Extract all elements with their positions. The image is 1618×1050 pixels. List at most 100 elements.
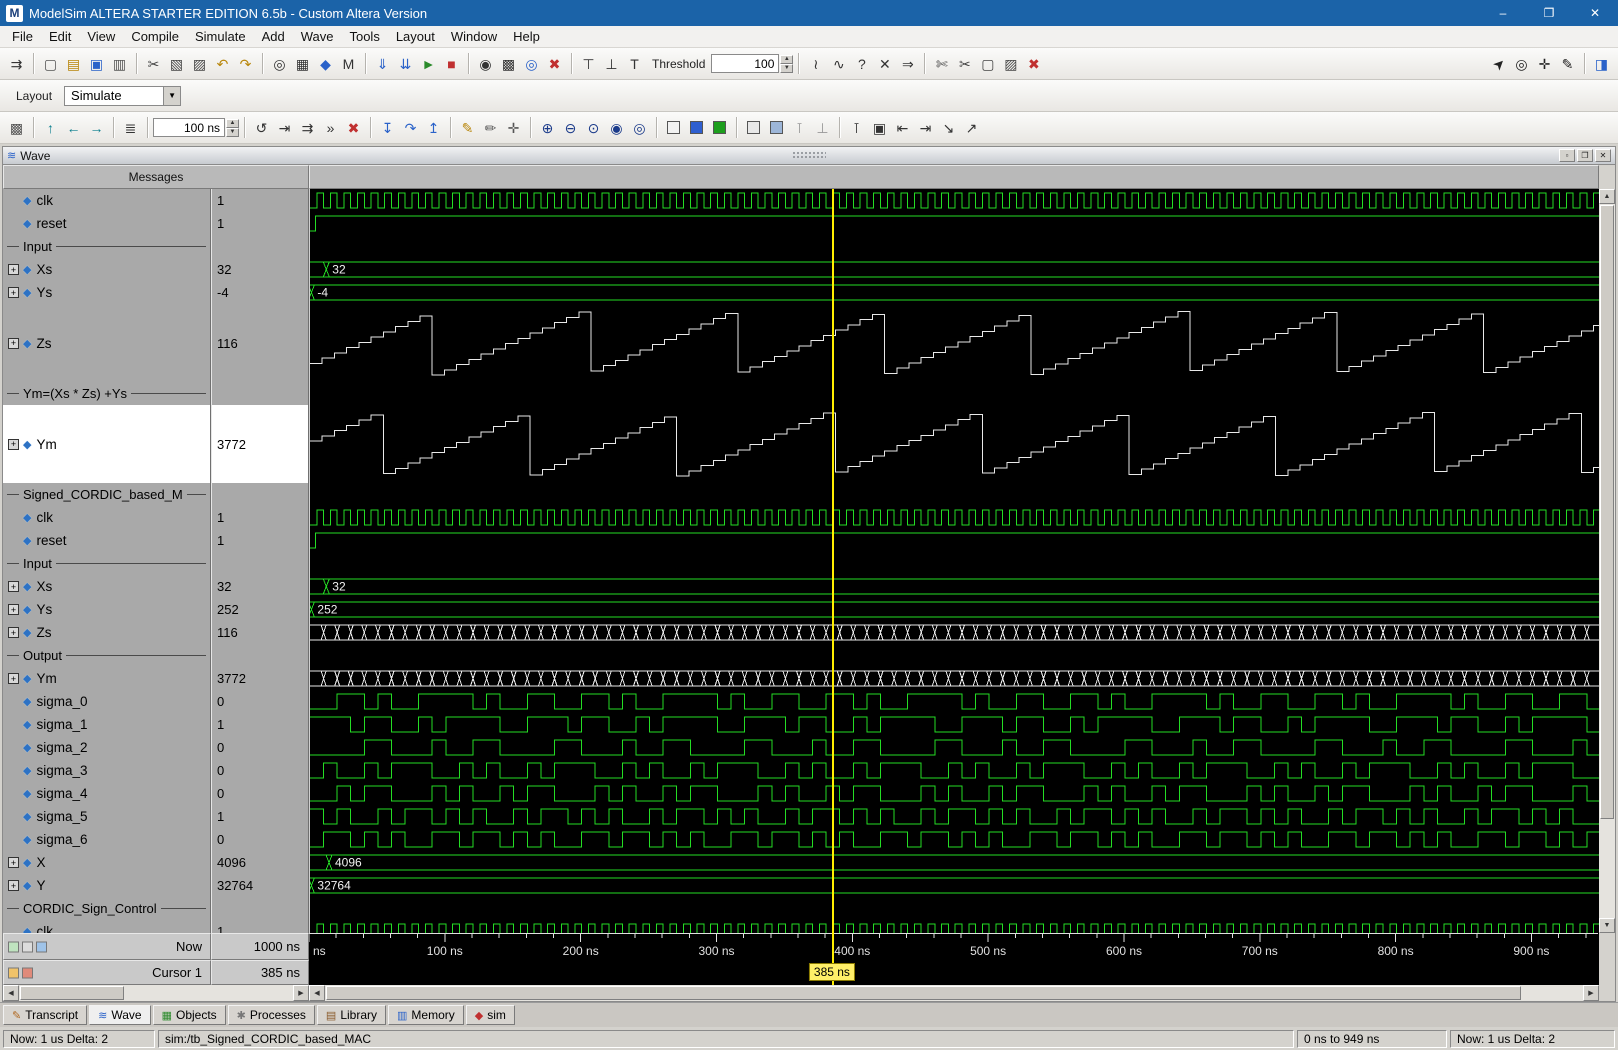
tab-transcript[interactable]: ✎ Transcript [3,1005,88,1025]
run-length-input[interactable] [153,118,225,137]
menu-compile[interactable]: Compile [123,27,187,46]
pan-hand-icon[interactable]: ✛ [502,116,525,139]
tab-library[interactable]: ▤ Library [316,1005,387,1025]
expand-toggle[interactable]: + [8,264,19,275]
back-icon[interactable]: ← [62,116,85,139]
wave-titlebar[interactable]: ≋ Wave ▫ ❐ ✕ [2,146,1616,164]
signal-row-Y[interactable]: + ◆ Y [3,874,210,897]
zoom-in-icon[interactable]: ⊕ [536,116,559,139]
menu-window[interactable]: Window [443,27,505,46]
view-mode-bus-button[interactable] [685,116,708,139]
undo-icon[interactable]: ↶ [211,52,234,75]
signal-row-Zs[interactable]: + ◆ Zs [3,304,210,382]
break2-icon[interactable]: ✖ [342,116,365,139]
wave-scroll-left-button[interactable]: ◀ [309,985,325,1001]
trace-unknown-icon[interactable]: ? [850,52,873,75]
open-file-icon[interactable]: ▤ [62,52,85,75]
scroll-up-button[interactable]: ▲ [1599,189,1615,204]
tab-sim[interactable]: ◆ sim [465,1005,515,1025]
signal-row-Ym[interactable]: + ◆ Ym [3,667,210,690]
close-button[interactable]: ✕ [1572,0,1618,26]
find-signal-icon[interactable]: ◎ [520,52,543,75]
view-mode-normal-button[interactable] [662,116,685,139]
signal-high-icon[interactable]: ⊤ [577,52,600,75]
wave-view-icon[interactable]: ▩ [5,116,28,139]
tab-memory[interactable]: ▥ Memory [388,1005,464,1025]
signal-row-sigma_3[interactable]: ◆ sigma_3 [3,759,210,782]
expand-toggle[interactable]: + [8,287,19,298]
signal-row-reset[interactable]: ◆ reset [3,529,210,552]
simulate-icon[interactable]: ► [417,52,440,75]
expand-toggle[interactable]: + [8,604,19,615]
trace-net-icon[interactable]: ∿ [827,52,850,75]
menu-file[interactable]: File [4,27,41,46]
expand-toggle[interactable]: + [8,880,19,891]
waveform-canvas[interactable]: 32 -4 32 252 4096 32764 [309,189,1599,933]
up-context-icon[interactable]: ↑ [39,116,62,139]
cursor-color-icon[interactable] [8,967,19,978]
copy-icon[interactable]: ▧ [165,52,188,75]
wave-close-button[interactable]: ✕ [1595,149,1611,162]
dataflow-window-icon[interactable]: ◨ [1590,52,1613,75]
run-icon[interactable]: ⇥ [273,116,296,139]
menu-wave[interactable]: Wave [293,27,342,46]
signal-row-reset[interactable]: ◆ reset [3,212,210,235]
view-mode-analog-button[interactable] [708,116,731,139]
run-length-spinner-up[interactable]: ▲ [226,118,239,128]
trace-wave-icon[interactable]: ≀ [804,52,827,75]
signal-row-Ym[interactable]: + ◆ Ym [3,405,210,483]
compile-icon[interactable]: ⇓ [371,52,394,75]
signal-row-Ys[interactable]: + ◆ Ys [3,281,210,304]
scroll-down-button[interactable]: ▼ [1599,918,1615,933]
menu-edit[interactable]: Edit [41,27,79,46]
new-file-icon[interactable]: ▢ [39,52,62,75]
zoom-mode-icon[interactable]: ◎ [1510,52,1533,75]
signal-row-clk[interactable]: ◆ clk [3,920,210,933]
signal-values-pane[interactable]: 1 1 32 -4 116 3772 1 1 32 252 116 3772 0 1 0 0 0 1 0 4096 32… [211,189,309,933]
zoom-out-icon[interactable]: ⊖ [559,116,582,139]
signal-row-sigma_1[interactable]: ◆ sigma_1 [3,713,210,736]
compile-all-icon[interactable]: ⇊ [394,52,417,75]
edit-region-icon[interactable]: ▨ [999,52,1022,75]
collapse-time-icon[interactable]: ⊥ [811,116,834,139]
waveform-svg[interactable]: 32 -4 32 252 4096 32764 [310,189,1599,933]
signal-row-Ys[interactable]: + ◆ Ys [3,598,210,621]
tab-objects[interactable]: ▦ Objects [152,1005,226,1025]
trace-event-icon[interactable]: ⇒ [896,52,919,75]
cursor-delete-icon[interactable] [22,967,33,978]
cursor-row[interactable]: 385 ns [309,960,1599,985]
wave-edit-icon[interactable] [8,941,19,952]
copy-region-icon[interactable]: ✂ [953,52,976,75]
wave-restore-button[interactable]: ❐ [1577,149,1593,162]
next-transition-icon[interactable]: ⇥ [914,116,937,139]
minimize-button[interactable]: – [1480,0,1526,26]
threshold-input[interactable] [711,54,780,73]
insert-region-icon[interactable]: ▢ [976,52,999,75]
cursor-time-flag[interactable]: 385 ns [808,963,855,981]
wave-hscroll-track[interactable] [325,985,1583,1001]
zoom-full-icon[interactable]: ⊙ [582,116,605,139]
wave-lock-icon[interactable] [36,941,47,952]
stop-icon[interactable]: ✖ [543,52,566,75]
vscroll-track[interactable] [1599,204,1615,918]
signal-row-clk[interactable]: ◆ clk [3,506,210,529]
signal-row-X[interactable]: + ◆ X [3,851,210,874]
threshold-spinner-down[interactable]: ▼ [780,63,794,73]
expand-toggle[interactable]: + [8,673,19,684]
menu-simulate[interactable]: Simulate [187,27,254,46]
expand-toggle[interactable]: + [8,627,19,638]
expand-time-icon[interactable]: ⊺ [788,116,811,139]
bookmark-icon[interactable]: ◆ [314,52,337,75]
signal-row-sigma_4[interactable]: ◆ sigma_4 [3,782,210,805]
menu-tools[interactable]: Tools [341,27,387,46]
expand-toggle[interactable]: + [8,337,19,349]
combo-dropdown-icon[interactable]: ▼ [163,86,181,105]
wave-horizontal-scrollbar[interactable]: ◀ ▶ [309,985,1599,1001]
trace-x-icon[interactable]: ✕ [873,52,896,75]
signal-row-sigma_0[interactable]: ◆ sigma_0 [3,690,210,713]
cut-icon[interactable]: ✂ [142,52,165,75]
vscroll-thumb[interactable] [1600,205,1614,820]
insert-cursor-icon[interactable]: ⊺ [845,116,868,139]
expand-toggle[interactable]: + [8,581,19,592]
menu-view[interactable]: View [79,27,123,46]
